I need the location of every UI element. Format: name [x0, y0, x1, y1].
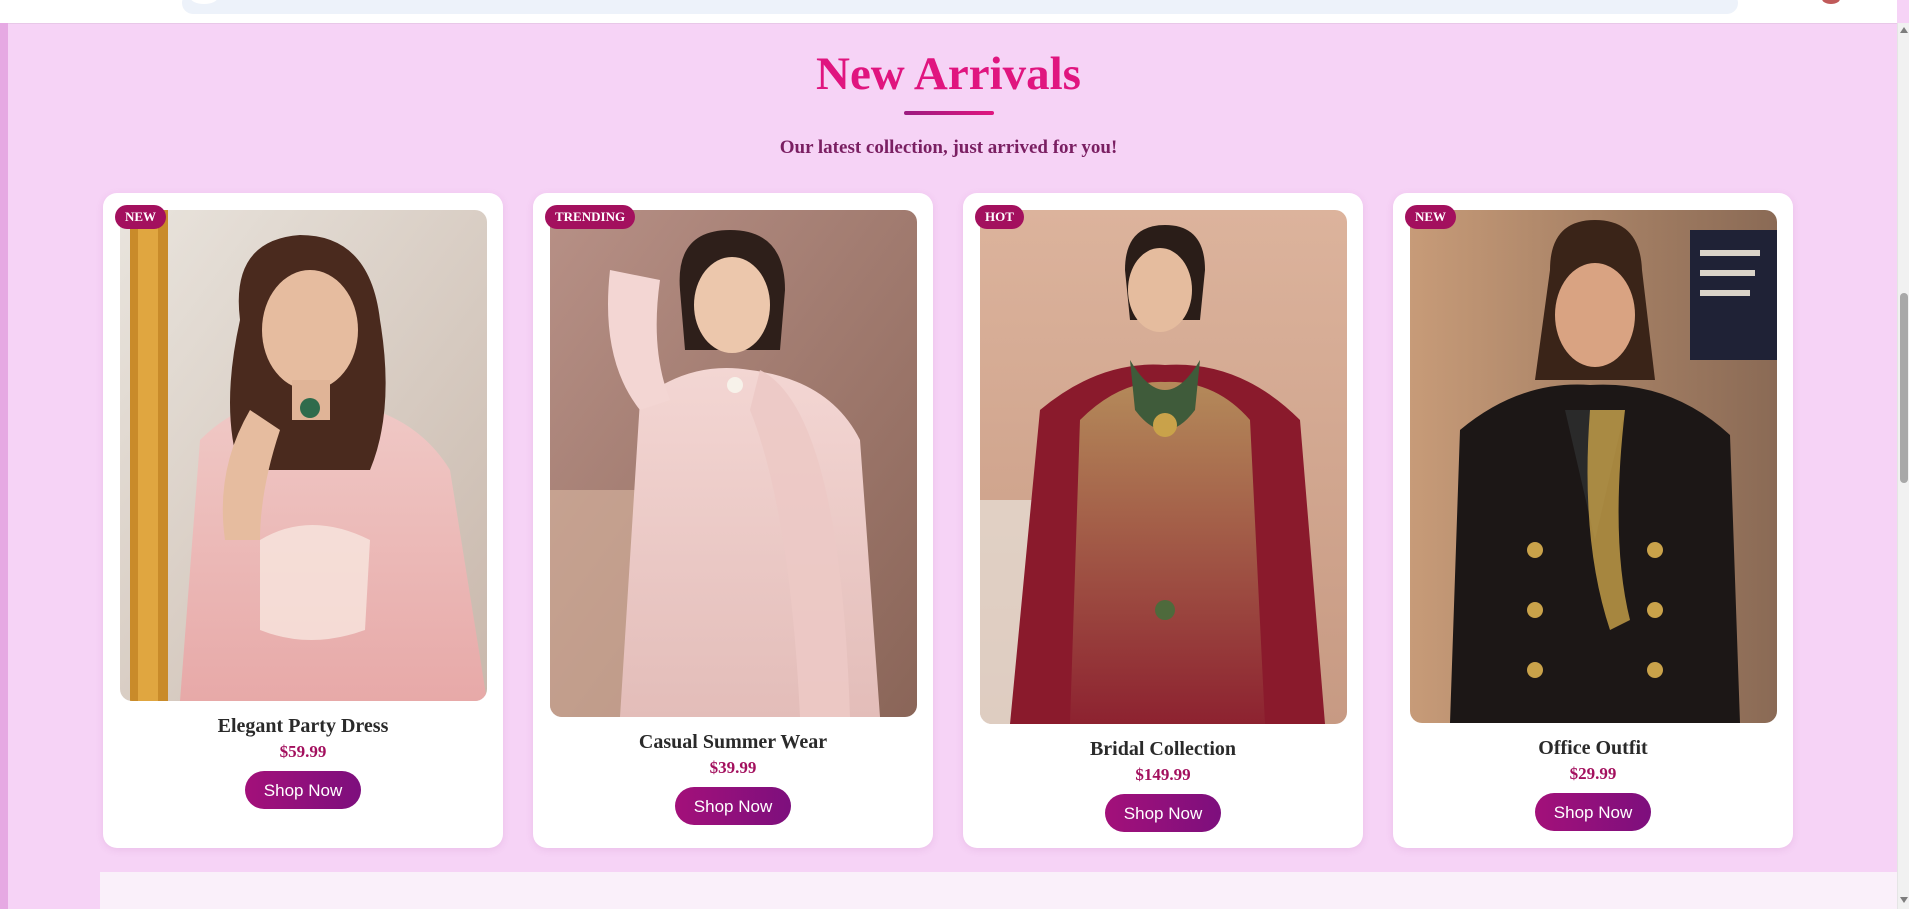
woman-black-blazer-image — [1410, 210, 1777, 723]
top-header — [0, 0, 1897, 24]
badge-new: NEW — [115, 205, 167, 229]
woman-blush-outfit-image — [550, 210, 917, 717]
product-card-elegant-party-dress[interactable]: NEW Elegant Party Dress $59.99 Shop Now — [103, 193, 503, 848]
search-bar[interactable] — [182, 0, 1738, 14]
shop-now-button[interactable]: Shop Now — [675, 787, 791, 825]
product-price: $59.99 — [279, 742, 327, 761]
scroll-down-arrow-icon[interactable] — [1900, 897, 1908, 903]
product-price: $29.99 — [1569, 764, 1617, 783]
shop-now-button[interactable]: Shop Now — [1105, 794, 1221, 832]
shop-now-button[interactable]: Shop Now — [1535, 793, 1651, 831]
bride-maroon-outfit-image — [980, 210, 1347, 724]
badge-new: NEW — [1405, 205, 1457, 229]
section-title: New Arrivals — [816, 48, 1081, 100]
scroll-up-arrow-icon[interactable] — [1900, 27, 1908, 33]
product-card-casual-summer-wear[interactable]: TRENDING Casual Summer Wear $39.99 Shop … — [533, 193, 933, 848]
product-image[interactable] — [1410, 210, 1777, 723]
product-card-bridal-collection[interactable]: HOT Bridal Collection $149.99 Shop Now — [963, 193, 1363, 848]
product-price: $39.99 — [709, 758, 757, 777]
scrollbar-thumb[interactable] — [1900, 293, 1908, 483]
product-image[interactable] — [120, 210, 487, 701]
section-subtitle: Our latest collection, just arrived for … — [779, 137, 1118, 158]
badge-hot: HOT — [975, 205, 1024, 229]
product-name[interactable]: Casual Summer Wear — [533, 729, 933, 755]
woman-pink-outfit-image — [120, 210, 487, 701]
shop-now-button[interactable]: Shop Now — [245, 771, 361, 809]
product-name[interactable]: Elegant Party Dress — [103, 713, 503, 739]
badge-trending: TRENDING — [545, 205, 636, 229]
product-image[interactable] — [980, 210, 1347, 724]
scrollbar[interactable] — [1897, 23, 1909, 909]
product-name[interactable]: Bridal Collection — [963, 736, 1363, 762]
product-card-office-outfit[interactable]: NEW Office Outfit $29.99 Shop Now — [1393, 193, 1793, 848]
avatar[interactable] — [1822, 0, 1840, 4]
product-image[interactable] — [550, 210, 917, 717]
section-title-underline — [904, 111, 994, 115]
next-section-edge — [100, 872, 1897, 909]
product-name[interactable]: Office Outfit — [1393, 735, 1793, 761]
product-price: $149.99 — [1135, 765, 1191, 784]
